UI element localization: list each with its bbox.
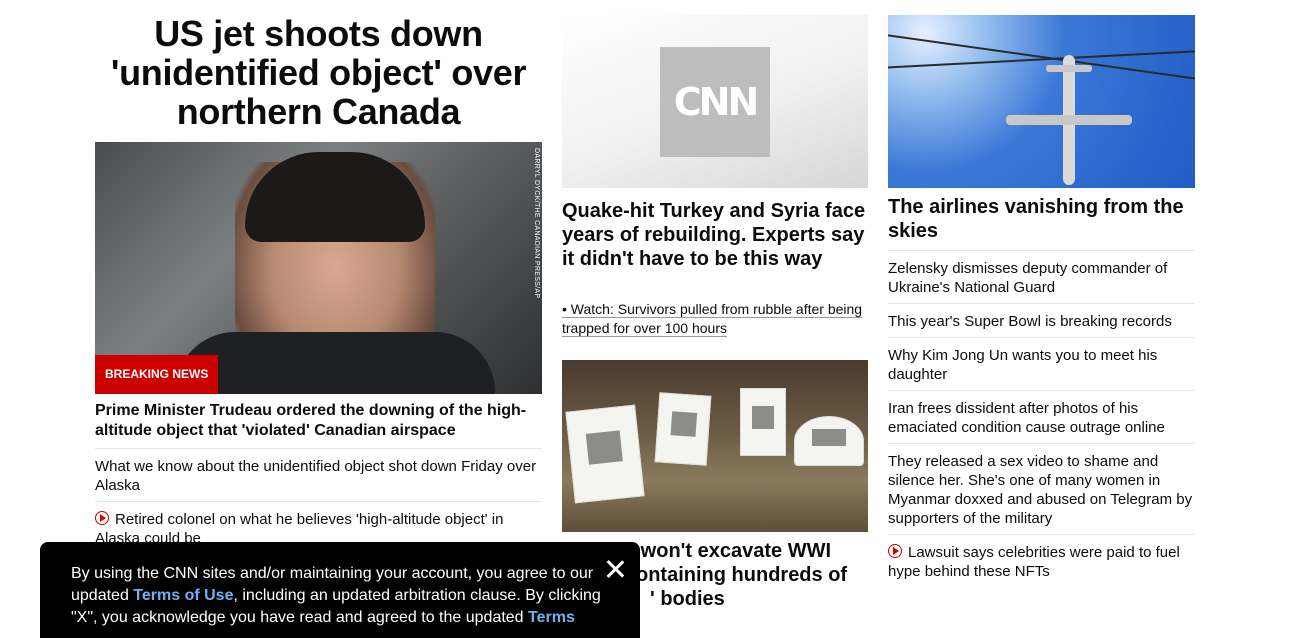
lead-story-image[interactable]: DARRYL DYCK/THE CANADIAN PRESS/AP BREAKI…	[95, 142, 542, 394]
terms-of-use-link[interactable]: Terms of Use	[133, 587, 233, 604]
memorial-card	[565, 404, 645, 504]
cnn-logo: CNN	[660, 47, 770, 157]
close-icon[interactable]	[604, 558, 626, 580]
terms-link[interactable]: Terms	[528, 609, 575, 626]
list-item[interactable]: Retired colonel on what he believes 'hig…	[95, 501, 542, 548]
image-credit: DARRYL DYCK/THE CANADIAN PRESS/AP	[533, 148, 540, 299]
portrait-coat	[175, 332, 495, 394]
list-item-text: Iran frees dissident after photos of his…	[888, 400, 1165, 436]
list-item[interactable]: Iran frees dissident after photos of his…	[888, 390, 1195, 437]
memorial-image[interactable]	[562, 360, 868, 532]
list-item-text: This year's Super Bowl is breaking recor…	[888, 313, 1172, 330]
quake-video-link-text: • Watch: Survivors pulled from rubble af…	[562, 301, 863, 337]
plane-tail	[1046, 65, 1092, 72]
list-item-text: They released a sex video to shame and s…	[888, 453, 1193, 527]
play-video-icon	[95, 511, 109, 525]
terms-consent-banner: By using the CNN sites and/or maintainin…	[40, 542, 640, 638]
memorial-card	[794, 416, 864, 466]
play-video-icon	[888, 544, 902, 558]
quake-video-link[interactable]: • Watch: Survivors pulled from rubble af…	[562, 300, 868, 338]
list-item-text: What we know about the unidentified obje…	[95, 458, 537, 494]
list-item-text: Why Kim Jong Un wants you to meet his da…	[888, 347, 1158, 383]
lead-headline[interactable]: US jet shoots down 'unidentified object'…	[95, 0, 542, 131]
list-item-text: Zelensky dismisses deputy commander of U…	[888, 260, 1168, 296]
breaking-news-badge: BREAKING NEWS	[95, 355, 219, 394]
lead-story-link[interactable]: Prime Minister Trudeau ordered the downi…	[95, 401, 542, 441]
list-item-text: Lawsuit says celebrities were paid to fu…	[888, 544, 1180, 580]
list-item[interactable]: This year's Super Bowl is breaking recor…	[888, 303, 1195, 331]
memorial-card	[654, 392, 712, 466]
airlines-story-headline[interactable]: The airlines vanishing from the skies	[888, 195, 1195, 243]
lead-story-column: US jet shoots down 'unidentified object'…	[95, 0, 542, 547]
list-item[interactable]: What we know about the unidentified obje…	[95, 448, 542, 495]
plane-wing	[1006, 115, 1132, 125]
barbed-wire	[888, 49, 1195, 69]
list-item[interactable]: Why Kim Jong Un wants you to meet his da…	[888, 337, 1195, 384]
list-item[interactable]: Lawsuit says celebrities were paid to fu…	[888, 534, 1195, 581]
cnn-placeholder-image[interactable]: CNN	[562, 15, 868, 188]
list-item[interactable]: They released a sex video to shame and s…	[888, 443, 1195, 528]
airplane-image[interactable]	[888, 15, 1195, 188]
quake-story-headline[interactable]: Quake-hit Turkey and Syria face years of…	[562, 199, 868, 271]
list-item[interactable]: Zelensky dismisses deputy commander of U…	[888, 250, 1195, 297]
memorial-card	[740, 388, 786, 456]
